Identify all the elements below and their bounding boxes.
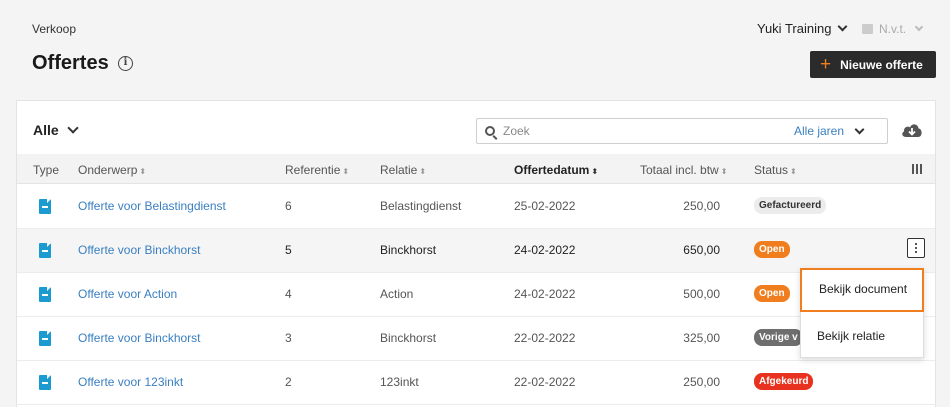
table-row[interactable]: Offerte voor Action 4 Action 24-02-2022 …: [17, 273, 935, 317]
col-status[interactable]: Status ⬍: [754, 163, 797, 177]
year-filter-dropdown[interactable]: Alle jaren: [794, 124, 865, 138]
table-row[interactable]: Offerte voor Binckhorst 5 Binckhorst 24-…: [17, 229, 935, 273]
more-options-icon[interactable]: [907, 238, 925, 258]
row-relation: Binckhorst: [380, 331, 437, 345]
row-subject[interactable]: Offerte voor Belastingdienst: [78, 199, 226, 213]
period-selector[interactable]: N.v.t.: [862, 22, 924, 36]
col-subject[interactable]: Onderwerp ⬍: [78, 163, 146, 177]
document-icon: [39, 243, 51, 258]
new-quote-label: Nieuwe offerte: [840, 57, 923, 72]
row-total: 250,00: [683, 199, 720, 213]
chevron-down-icon: [914, 22, 924, 32]
row-subject[interactable]: Offerte voor 123inkt: [78, 375, 183, 389]
plus-icon: +: [820, 54, 832, 75]
table-row[interactable]: Offerte voor Binckhorst 3 Binckhorst 22-…: [17, 317, 935, 361]
chevron-down-icon: [837, 21, 848, 32]
page-title: Offertes: [32, 52, 109, 74]
row-subject[interactable]: Offerte voor Binckhorst: [78, 331, 201, 345]
col-total-label: Totaal incl. btw: [640, 163, 719, 177]
row-total: 500,00: [683, 287, 720, 301]
col-reference-label: Referentie: [285, 163, 341, 177]
col-reference[interactable]: Referentie ⬍: [285, 163, 349, 177]
row-total: 250,00: [683, 375, 720, 389]
document-icon: [39, 331, 51, 346]
document-icon: [39, 375, 51, 390]
row-relation: Belastingdienst: [380, 199, 462, 213]
row-date: 22-02-2022: [514, 375, 576, 389]
row-total: 325,00: [683, 331, 720, 345]
sort-icon: ⬍: [790, 167, 797, 176]
menu-item-view-document[interactable]: Bekijk document: [800, 268, 924, 312]
document-icon: [39, 199, 51, 214]
status-badge: Afgekeurd: [754, 373, 814, 390]
row-subject[interactable]: Offerte voor Action: [78, 287, 177, 301]
new-quote-button[interactable]: + Nieuwe offerte: [810, 51, 936, 78]
menu-item-view-relation[interactable]: Bekijk relatie: [801, 317, 923, 359]
row-date: 24-02-2022: [514, 243, 576, 257]
row-relation: Action: [380, 287, 414, 301]
document-icon: [39, 287, 51, 302]
sort-icon: ⬍: [591, 167, 599, 176]
row-reference: 2: [285, 375, 292, 389]
breadcrumb[interactable]: Verkoop: [32, 22, 76, 36]
row-total: 650,00: [683, 243, 720, 257]
sort-icon: ⬍: [342, 167, 350, 176]
period-label: N.v.t.: [879, 22, 907, 36]
row-reference: 4: [285, 287, 292, 301]
status-badge: Vorige v: [754, 329, 803, 346]
year-filter-label: Alle jaren: [794, 124, 845, 138]
info-icon[interactable]: i: [118, 56, 133, 71]
table-row[interactable]: Offerte voor Belastingdienst 6 Belasting…: [17, 185, 935, 229]
sort-icon: ⬍: [419, 167, 427, 176]
col-status-label: Status: [754, 163, 789, 177]
search-icon: [485, 126, 495, 136]
row-reference: 3: [285, 331, 292, 345]
col-relation-label: Relatie: [380, 163, 418, 177]
row-relation: 123inkt: [380, 375, 419, 389]
table-header: Type Onderwerp ⬍ Referentie ⬍ Relatie ⬍ Off…: [17, 154, 935, 184]
row-reference: 5: [285, 243, 292, 257]
row-relation: Binckhorst: [380, 243, 437, 257]
row-date: 24-02-2022: [514, 287, 576, 301]
chevron-down-icon: [854, 124, 865, 134]
row-reference: 6: [285, 199, 292, 213]
col-total[interactable]: Totaal incl. btw ⬍: [640, 163, 727, 177]
company-name: Yuki Training: [757, 21, 832, 36]
company-selector[interactable]: Yuki Training: [757, 21, 848, 36]
col-relation[interactable]: Relatie ⬍: [380, 163, 426, 177]
quotes-card: Alle Alle jaren Type Onderwerp⬍ Referent…: [16, 100, 936, 407]
row-subject[interactable]: Offerte voor Binckhorst: [78, 243, 201, 257]
status-badge: Open: [754, 285, 790, 302]
chevron-down-icon: [67, 122, 79, 134]
row-date: 22-02-2022: [514, 331, 576, 345]
status-badge: Gefactureerd: [754, 197, 827, 214]
search-box: Alle jaren: [476, 118, 888, 144]
cloud-download-icon[interactable]: [901, 122, 923, 138]
columns-icon[interactable]: [912, 164, 922, 174]
col-type: Type: [33, 163, 60, 177]
status-badge: Open: [754, 241, 790, 258]
search-input[interactable]: [503, 124, 773, 138]
status-filter-dropdown[interactable]: Alle: [33, 122, 79, 138]
row-date: 25-02-2022: [514, 199, 576, 213]
calendar-icon: [862, 24, 873, 34]
col-date[interactable]: Offertedatum ⬍: [514, 163, 598, 177]
col-subject-label: Onderwerp: [78, 163, 138, 177]
row-context-menu: Bekijk document Bekijk relatie: [800, 268, 924, 358]
table-row[interactable]: Offerte voor 123inkt 2 123inkt 22-02-202…: [17, 361, 935, 405]
sort-icon: ⬍: [139, 167, 147, 176]
status-filter-label: Alle: [33, 122, 59, 138]
col-date-label: Offertedatum: [514, 163, 590, 177]
sort-icon: ⬍: [720, 167, 728, 176]
